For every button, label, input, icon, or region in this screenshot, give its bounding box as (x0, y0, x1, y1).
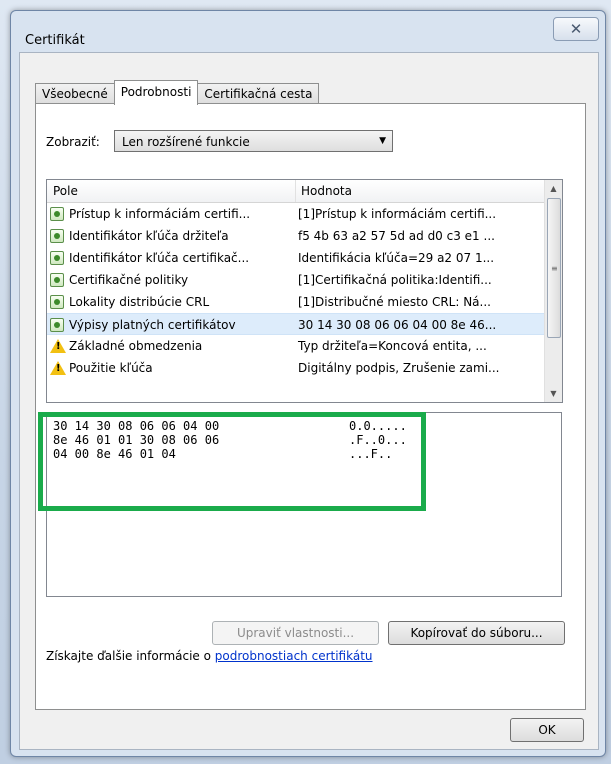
field-value: Identifikácia kľúča=29 a2 07 1... (298, 251, 495, 265)
field-value: f5 4b 63 a2 57 5d ad d0 c3 e1 ... (298, 229, 495, 243)
hex-ascii: .F..0... (349, 433, 407, 447)
list-item[interactable]: Certifikačné politiky [1]Certifikačná po… (47, 269, 544, 291)
field-value: [1]Certifikačná politika:Identifi... (298, 273, 492, 287)
hex-bytes: 8e 46 01 01 30 08 06 06 (53, 433, 220, 447)
field-value: [1]Prístup k informáciám certifi... (298, 207, 497, 221)
tab-details[interactable]: Podrobnosti (113, 80, 199, 105)
warning-icon (50, 339, 66, 353)
close-icon: ✕ (569, 20, 583, 38)
field-name: Výpisy platných certifikátov (69, 318, 236, 332)
hex-ascii: ...F.. (349, 447, 393, 461)
list-header: Pole Hodnota (47, 180, 544, 203)
certificate-field-icon (50, 318, 64, 332)
field-name: Lokality distribúcie CRL (69, 295, 210, 309)
close-button[interactable]: ✕ (553, 17, 599, 41)
warning-icon (50, 361, 66, 375)
certificate-field-icon (50, 251, 64, 265)
title-bar[interactable]: Certifikát ✕ (11, 11, 605, 51)
certificate-field-icon (50, 295, 64, 309)
field-value: 30 14 30 08 06 06 04 00 8e 46... (298, 318, 497, 332)
certificate-field-icon (50, 207, 64, 221)
certificate-details-link[interactable]: podrobnostiach certifikátu (215, 649, 373, 663)
details-panel: Zobraziť: Len rozšírené funkcie ▼ Pole H… (35, 103, 586, 710)
field-name: Certifikačné politiky (69, 273, 189, 287)
certificate-field-icon (50, 229, 64, 243)
more-info-prefix: Získajte ďalšie informácie o (46, 649, 215, 663)
vertical-scrollbar[interactable]: ▲ ≡ ▼ (544, 180, 562, 402)
hex-bytes: 30 14 30 08 06 06 04 00 (53, 419, 220, 433)
list-item-selected[interactable]: Výpisy platných certifikátov 30 14 30 08… (47, 313, 544, 335)
list-item[interactable]: Identifikátor kľúča držiteľa f5 4b 63 a2… (47, 225, 544, 247)
show-dropdown[interactable]: Len rozšírené funkcie ▼ (114, 130, 393, 152)
ok-button[interactable]: OK (510, 718, 584, 742)
hex-ascii: 0.0..... (349, 419, 407, 433)
column-header-value[interactable]: Hodnota (301, 184, 352, 198)
grip-icon: ≡ (551, 264, 558, 273)
list-item[interactable]: Základné obmedzenia Typ držiteľa=Koncová… (47, 335, 544, 357)
scrollbar-thumb[interactable]: ≡ (547, 198, 561, 338)
column-divider[interactable] (295, 180, 296, 202)
value-hex-view[interactable]: 30 14 30 08 06 06 04 00 0.0..... 8e 46 0… (46, 412, 562, 597)
fields-list[interactable]: Pole Hodnota Prístup k informáciám certi… (46, 179, 563, 403)
list-item[interactable]: Prístup k informáciám certifi... [1]Prís… (47, 203, 544, 225)
field-name: Základné obmedzenia (69, 339, 203, 353)
list-item[interactable]: Použitie kľúča Digitálny podpis, Zrušeni… (47, 357, 544, 379)
hex-bytes: 04 00 8e 46 01 04 (53, 447, 176, 461)
more-info-text: Získajte ďalšie informácie o podrobnosti… (46, 649, 373, 663)
field-value: [1]Distribučné miesto CRL: Ná... (298, 295, 491, 309)
tab-general[interactable]: Všeobecné (35, 83, 115, 105)
field-name: Identifikátor kľúča certifikač... (69, 251, 250, 265)
edit-properties-button[interactable]: Upraviť vlastnosti... (212, 621, 379, 645)
field-name: Použitie kľúča (69, 361, 153, 375)
chevron-down-icon: ▼ (379, 136, 386, 146)
list-item[interactable]: Lokality distribúcie CRL [1]Distribučné … (47, 291, 544, 313)
scroll-down-icon[interactable]: ▼ (545, 385, 562, 402)
certificate-dialog: Certifikát ✕ Všeobecné Podrobnosti Certi… (10, 10, 606, 757)
copy-to-file-button[interactable]: Kopírovať do súboru... (388, 621, 565, 645)
column-header-field[interactable]: Pole (53, 184, 78, 198)
show-label: Zobraziť: (46, 135, 100, 149)
show-dropdown-value: Len rozšírené funkcie (122, 135, 250, 149)
tab-strip: Všeobecné Podrobnosti Certifikačná cesta (35, 80, 320, 105)
field-name: Identifikátor kľúča držiteľa (69, 229, 229, 243)
dialog-client-area: Všeobecné Podrobnosti Certifikačná cesta… (19, 52, 599, 750)
field-name: Prístup k informáciám certifi... (69, 207, 251, 221)
scroll-up-icon[interactable]: ▲ (545, 180, 562, 197)
window-title: Certifikát (25, 33, 85, 48)
list-item[interactable]: Identifikátor kľúča certifikač... Identi… (47, 247, 544, 269)
tab-certification-path[interactable]: Certifikačná cesta (197, 83, 320, 105)
certificate-field-icon (50, 273, 64, 287)
field-value: Digitálny podpis, Zrušenie zami... (298, 361, 500, 375)
field-value: Typ držiteľa=Koncová entita, ... (298, 339, 487, 353)
